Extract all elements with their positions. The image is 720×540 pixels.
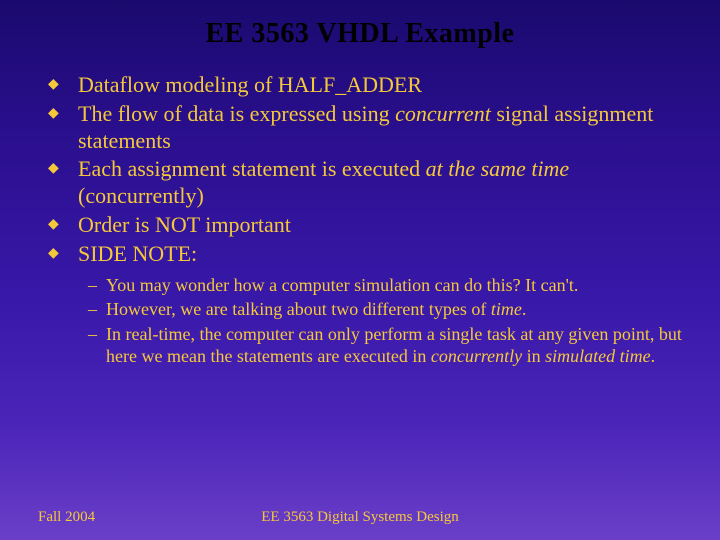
sub-text-italic: concurrently [431, 346, 522, 366]
footer-center: EE 3563 Digital Systems Design [0, 509, 720, 526]
bullet-item: Order is NOT important [48, 212, 690, 239]
bullet-item: Each assignment statement is executed at… [48, 156, 690, 210]
bullet-text: The flow of data is expressed using [78, 101, 395, 126]
bullet-text: Each assignment statement is executed [78, 156, 426, 181]
slide: EE 3563 VHDL Example Dataflow modeling o… [0, 0, 720, 540]
bullet-item: SIDE NOTE: [48, 241, 690, 268]
bullet-text-italic: concurrent [395, 101, 491, 126]
sub-text: . [651, 346, 656, 366]
slide-title: EE 3563 VHDL Example [30, 18, 690, 50]
sub-text: . [522, 299, 527, 319]
sub-bullet-item: However, we are talking about two differ… [88, 298, 690, 321]
bullet-text: Order is NOT important [78, 212, 291, 237]
bullet-item: The flow of data is expressed using conc… [48, 101, 690, 155]
sub-text: in [522, 346, 545, 366]
bullet-item: Dataflow modeling of HALF_ADDER [48, 72, 690, 99]
bullet-text-italic: at the same time [426, 156, 570, 181]
sub-text: You may wonder how a computer simulation… [106, 275, 578, 295]
sub-text: However, we are talking about two differ… [106, 299, 491, 319]
bullet-text: SIDE NOTE: [78, 241, 197, 266]
main-bullet-list: Dataflow modeling of HALF_ADDER The flow… [30, 72, 690, 268]
bullet-text: Dataflow modeling of HALF_ADDER [78, 72, 422, 97]
sub-bullet-item: You may wonder how a computer simulation… [88, 274, 690, 297]
sub-text-italic: simulated time [545, 346, 651, 366]
sub-bullet-item: In real-time, the computer can only perf… [88, 323, 690, 368]
sub-text-italic: time [491, 299, 522, 319]
sub-bullet-list: You may wonder how a computer simulation… [30, 274, 690, 368]
bullet-text: (concurrently) [78, 183, 204, 208]
